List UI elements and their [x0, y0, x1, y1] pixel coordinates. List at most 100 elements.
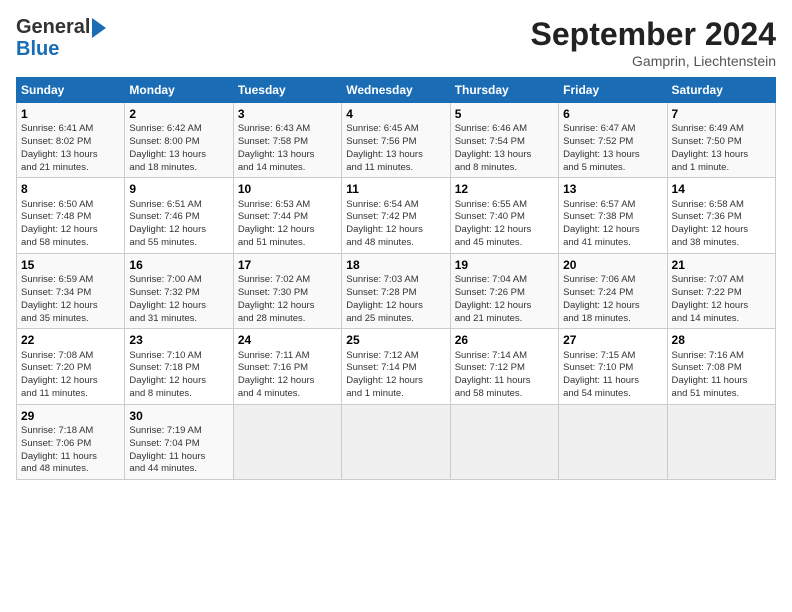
- day-cell: 17Sunrise: 7:02 AMSunset: 7:30 PMDayligh…: [233, 253, 341, 328]
- calendar-table: SundayMondayTuesdayWednesdayThursdayFrid…: [16, 77, 776, 480]
- day-info-line: Sunrise: 7:15 AM: [563, 350, 662, 363]
- day-info-line: Daylight: 12 hours: [238, 300, 337, 313]
- day-info-line: Sunrise: 6:50 AM: [21, 199, 120, 212]
- day-cell: [233, 404, 341, 479]
- day-info-line: Sunrise: 6:41 AM: [21, 123, 120, 136]
- day-info-line: Sunset: 7:40 PM: [455, 211, 554, 224]
- header: General Blue September 2024 Gamprin, Lie…: [16, 16, 776, 69]
- day-number: 15: [21, 257, 120, 273]
- day-info-line: and 48 minutes.: [346, 237, 445, 250]
- day-info-line: Sunrise: 6:45 AM: [346, 123, 445, 136]
- day-cell: 22Sunrise: 7:08 AMSunset: 7:20 PMDayligh…: [17, 329, 125, 404]
- day-number: 1: [21, 106, 120, 122]
- week-row-3: 15Sunrise: 6:59 AMSunset: 7:34 PMDayligh…: [17, 253, 776, 328]
- day-cell: 28Sunrise: 7:16 AMSunset: 7:08 PMDayligh…: [667, 329, 775, 404]
- day-cell: 9Sunrise: 6:51 AMSunset: 7:46 PMDaylight…: [125, 178, 233, 253]
- day-info-line: Sunrise: 6:59 AM: [21, 274, 120, 287]
- day-info-line: Sunrise: 7:04 AM: [455, 274, 554, 287]
- day-info-line: Sunrise: 6:53 AM: [238, 199, 337, 212]
- day-cell: 18Sunrise: 7:03 AMSunset: 7:28 PMDayligh…: [342, 253, 450, 328]
- day-info-line: Sunrise: 7:18 AM: [21, 425, 120, 438]
- day-number: 12: [455, 181, 554, 197]
- day-number: 13: [563, 181, 662, 197]
- day-info-line: and 11 minutes.: [21, 388, 120, 401]
- month-title: September 2024: [531, 16, 776, 53]
- day-cell: 14Sunrise: 6:58 AMSunset: 7:36 PMDayligh…: [667, 178, 775, 253]
- logo: General Blue: [16, 16, 106, 60]
- day-info-line: Sunrise: 6:47 AM: [563, 123, 662, 136]
- day-info-line: Sunrise: 6:49 AM: [672, 123, 771, 136]
- day-info-line: Daylight: 12 hours: [563, 224, 662, 237]
- logo-general: General: [16, 16, 90, 38]
- day-info-line: Daylight: 12 hours: [129, 375, 228, 388]
- day-info-line: Daylight: 12 hours: [672, 224, 771, 237]
- day-number: 26: [455, 332, 554, 348]
- day-info-line: Sunrise: 6:55 AM: [455, 199, 554, 212]
- day-info-line: Sunset: 7:06 PM: [21, 438, 120, 451]
- day-info-line: Sunrise: 6:46 AM: [455, 123, 554, 136]
- day-info-line: Sunset: 7:22 PM: [672, 287, 771, 300]
- day-info-line: Sunrise: 6:51 AM: [129, 199, 228, 212]
- day-cell: [667, 404, 775, 479]
- week-row-4: 22Sunrise: 7:08 AMSunset: 7:20 PMDayligh…: [17, 329, 776, 404]
- logo-blue: Blue: [16, 38, 106, 60]
- day-info-line: Sunrise: 7:11 AM: [238, 350, 337, 363]
- day-info-line: Daylight: 12 hours: [672, 300, 771, 313]
- day-info-line: and 48 minutes.: [21, 463, 120, 476]
- day-number: 17: [238, 257, 337, 273]
- day-number: 14: [672, 181, 771, 197]
- day-cell: 15Sunrise: 6:59 AMSunset: 7:34 PMDayligh…: [17, 253, 125, 328]
- day-info-line: and 18 minutes.: [563, 313, 662, 326]
- day-info-line: Sunset: 7:12 PM: [455, 362, 554, 375]
- day-cell: 4Sunrise: 6:45 AMSunset: 7:56 PMDaylight…: [342, 103, 450, 178]
- day-info-line: Sunrise: 7:00 AM: [129, 274, 228, 287]
- day-number: 24: [238, 332, 337, 348]
- day-info-line: Sunrise: 7:08 AM: [21, 350, 120, 363]
- day-cell: 16Sunrise: 7:00 AMSunset: 7:32 PMDayligh…: [125, 253, 233, 328]
- day-number: 22: [21, 332, 120, 348]
- day-info-line: and 5 minutes.: [563, 162, 662, 175]
- day-info-line: Daylight: 11 hours: [672, 375, 771, 388]
- day-info-line: Sunrise: 7:03 AM: [346, 274, 445, 287]
- day-info-line: and 38 minutes.: [672, 237, 771, 250]
- day-info-line: Sunset: 8:00 PM: [129, 136, 228, 149]
- day-info-line: Sunset: 7:44 PM: [238, 211, 337, 224]
- day-info-line: Sunset: 7:14 PM: [346, 362, 445, 375]
- day-cell: 19Sunrise: 7:04 AMSunset: 7:26 PMDayligh…: [450, 253, 558, 328]
- day-info-line: and 51 minutes.: [238, 237, 337, 250]
- day-info-line: Daylight: 13 hours: [129, 149, 228, 162]
- day-cell: 23Sunrise: 7:10 AMSunset: 7:18 PMDayligh…: [125, 329, 233, 404]
- day-info-line: Sunset: 7:50 PM: [672, 136, 771, 149]
- day-info-line: and 28 minutes.: [238, 313, 337, 326]
- day-info-line: Daylight: 12 hours: [455, 224, 554, 237]
- day-info-line: Sunrise: 6:54 AM: [346, 199, 445, 212]
- day-info-line: Daylight: 11 hours: [455, 375, 554, 388]
- day-number: 19: [455, 257, 554, 273]
- day-cell: 10Sunrise: 6:53 AMSunset: 7:44 PMDayligh…: [233, 178, 341, 253]
- day-info-line: Daylight: 12 hours: [238, 224, 337, 237]
- day-info-line: Sunset: 7:08 PM: [672, 362, 771, 375]
- day-info-line: Sunset: 7:04 PM: [129, 438, 228, 451]
- day-info-line: Daylight: 12 hours: [455, 300, 554, 313]
- day-info-line: Sunset: 7:26 PM: [455, 287, 554, 300]
- day-number: 9: [129, 181, 228, 197]
- day-number: 20: [563, 257, 662, 273]
- day-info-line: and 21 minutes.: [455, 313, 554, 326]
- day-info-line: Sunset: 7:52 PM: [563, 136, 662, 149]
- day-cell: [450, 404, 558, 479]
- day-info-line: Sunrise: 7:10 AM: [129, 350, 228, 363]
- day-info-line: Sunset: 7:38 PM: [563, 211, 662, 224]
- day-info-line: and 54 minutes.: [563, 388, 662, 401]
- day-number: 7: [672, 106, 771, 122]
- day-info-line: Sunset: 7:36 PM: [672, 211, 771, 224]
- week-row-2: 8Sunrise: 6:50 AMSunset: 7:48 PMDaylight…: [17, 178, 776, 253]
- day-cell: 30Sunrise: 7:19 AMSunset: 7:04 PMDayligh…: [125, 404, 233, 479]
- col-header-thursday: Thursday: [450, 78, 558, 103]
- header-row: SundayMondayTuesdayWednesdayThursdayFrid…: [17, 78, 776, 103]
- col-header-tuesday: Tuesday: [233, 78, 341, 103]
- day-info-line: Sunset: 7:46 PM: [129, 211, 228, 224]
- day-info-line: Daylight: 13 hours: [672, 149, 771, 162]
- title-block: September 2024 Gamprin, Liechtenstein: [531, 16, 776, 69]
- day-info-line: and 41 minutes.: [563, 237, 662, 250]
- col-header-saturday: Saturday: [667, 78, 775, 103]
